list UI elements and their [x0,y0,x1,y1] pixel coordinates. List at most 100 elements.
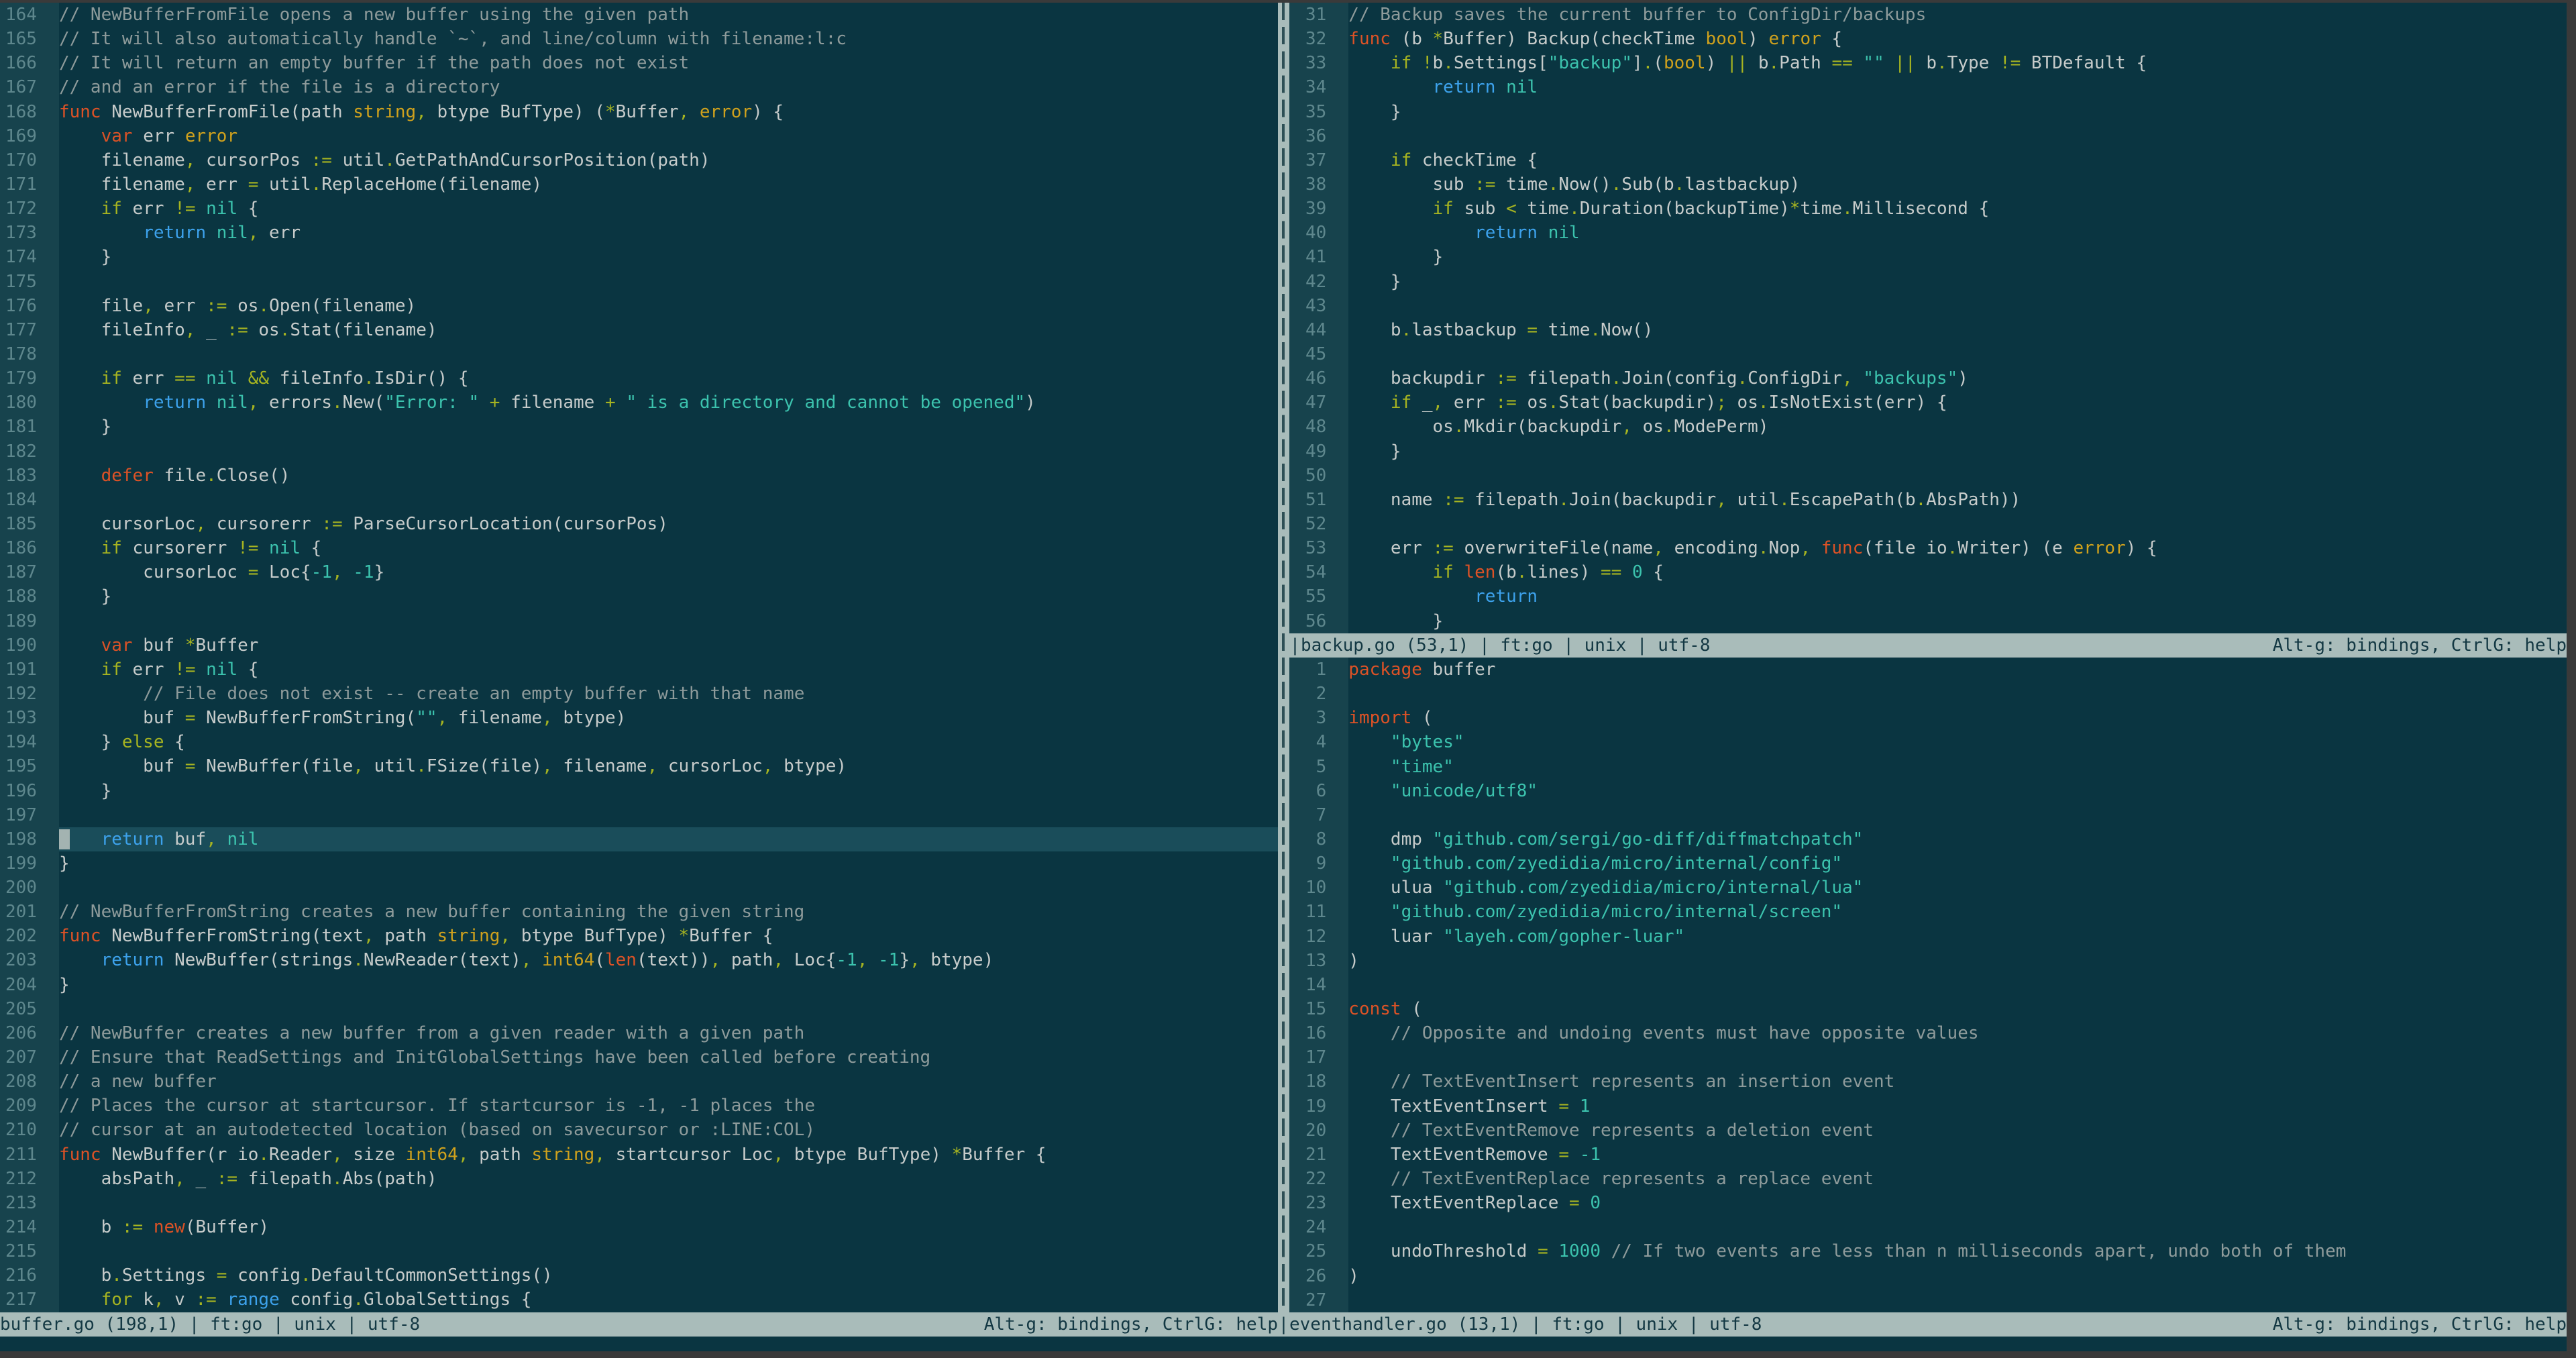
code-line[interactable]: 198 return buf, nil [0,827,1278,851]
code-line[interactable]: 35 } [1289,99,2567,124]
code-line[interactable]: 170 filename, cursorPos := util.GetPathA… [0,148,1278,172]
code-line[interactable]: 209// Places the cursor at startcursor. … [0,1094,1278,1118]
code-line[interactable]: 40 return nil [1289,221,2567,246]
code-line[interactable]: 181 } [0,415,1278,439]
code-line[interactable]: 48 os.Mkdir(backupdir, os.ModePerm) [1289,415,2567,439]
code-line[interactable]: 177 fileInfo, _ := os.Stat(filename) [0,317,1278,342]
code-line[interactable]: 20 // TextEventRemove represents a delet… [1289,1118,2567,1143]
code-line[interactable]: 200 [0,876,1278,900]
code-line[interactable]: 18 // TextEventInsert represents an inse… [1289,1069,2567,1094]
code-line[interactable]: 52 [1289,511,2567,537]
code-line[interactable]: 173 return nil, err [0,221,1278,246]
code-line[interactable]: 216 b.Settings = config.DefaultCommonSet… [0,1263,1278,1288]
code-line[interactable]: 17 [1289,1045,2567,1070]
code-line[interactable]: 15 const ( [1289,996,2567,1022]
code-line[interactable]: 39 if sub < time.Duration(backupTime)*ti… [1289,197,2567,221]
code-line[interactable]: 184 [0,487,1278,512]
code-line[interactable]: 215 [0,1239,1278,1264]
code-line[interactable]: 31// Backup saves the current buffer to … [1289,3,2567,28]
code-line[interactable]: 45 [1289,342,2567,367]
code-line[interactable]: 186 if cursorerr != nil { [0,536,1278,561]
code-line[interactable]: 55 return [1289,584,2567,609]
code-line[interactable]: 14 [1289,972,2567,997]
code-line[interactable]: 190 var buf *Buffer [0,633,1278,658]
code-line[interactable]: 197 [0,802,1278,827]
code-line[interactable]: 169 var err error [0,123,1278,148]
code-line[interactable]: 27 [1289,1288,2567,1312]
code-line[interactable]: 13) [1289,948,2567,973]
code-line[interactable]: 196 } [0,778,1278,803]
code-line[interactable]: 11 "github.com/zyedidia/micro/internal/s… [1289,900,2567,925]
code-line[interactable]: 174 } [0,245,1278,270]
code-line[interactable]: 16 // Opposite and undoing events must h… [1289,1021,2567,1046]
code-line[interactable]: 188 } [0,584,1278,609]
code-line[interactable]: 183 defer file.Close() [0,463,1278,488]
code-line[interactable]: 51 name := filepath.Join(backupdir, util… [1289,487,2567,512]
code-line[interactable]: 23 TextEventReplace = 0 [1289,1191,2567,1216]
code-line[interactable]: 176 file, err := os.Open(filename) [0,293,1278,318]
code-line[interactable]: 182 [0,439,1278,464]
code-line[interactable]: 54 if len(b.lines) == 0 { [1289,560,2567,585]
code-line[interactable]: 180 return nil, errors.New("Error: " + f… [0,390,1278,415]
code-line[interactable]: 166// It will return an empty buffer if … [0,51,1278,76]
code-line[interactable]: 43 [1289,293,2567,318]
code-line[interactable]: 195 buf = NewBuffer(file, util.FSize(fil… [0,754,1278,779]
code-line[interactable]: 4 "bytes" [1289,730,2567,755]
code-line[interactable]: 12 luar "layeh.com/gopher-luar" [1289,924,2567,949]
code-line[interactable]: 178 [0,342,1278,367]
code-line[interactable]: 9 "github.com/zyedidia/micro/internal/co… [1289,851,2567,876]
pane-eventhandler-go[interactable]: 1 package buffer 2 3 import (4 "bytes" 5 "tim… [1289,658,2567,1312]
code-line[interactable]: 165// It will also automatically handle … [0,27,1278,52]
code-line[interactable]: 185 cursorLoc, cursorerr := ParseCursorL… [0,511,1278,537]
code-line[interactable]: 189 [0,609,1278,633]
code-line[interactable]: 167// and an error if the file is a dire… [0,75,1278,100]
code-line[interactable]: 171 filename, err = util.ReplaceHome(fil… [0,172,1278,197]
code-line[interactable]: 6 "unicode/utf8" [1289,778,2567,803]
code-line[interactable]: 172 if err != nil { [0,197,1278,221]
code-line[interactable]: 56 } [1289,609,2567,633]
code-line[interactable]: 37 if checkTime { [1289,148,2567,172]
code-line[interactable]: 1 package buffer [1289,658,2567,682]
code-line[interactable]: 49 } [1289,439,2567,464]
code-line[interactable]: 202 func NewBufferFromString(text, path s… [0,924,1278,949]
code-line[interactable]: 25 undoThreshold = 1000 // If two events… [1289,1239,2567,1264]
code-line[interactable]: 47 if _, err := os.Stat(backupdir); os.I… [1289,390,2567,415]
code-line[interactable]: 205 [0,996,1278,1021]
code-line[interactable]: 34 return nil [1289,75,2567,100]
code-line[interactable]: 214 b := new(Buffer) [0,1215,1278,1240]
code-line[interactable]: 175 [0,269,1278,294]
code-line[interactable]: 33 if !b.Settings["backup"].(bool) || b.… [1289,51,2567,76]
code-line[interactable]: 22 // TextEventReplace represents a repl… [1289,1166,2567,1192]
code-line[interactable]: 201// NewBufferFromString creates a new … [0,900,1278,925]
code-line[interactable]: 194 } else { [0,730,1278,755]
code-line[interactable]: 53 err := overwriteFile(name, encoding.N… [1289,536,2567,561]
code-line[interactable]: 41 } [1289,245,2567,270]
code-line[interactable]: 168 func NewBufferFromFile(path string, b… [0,99,1278,124]
code-line[interactable]: 10 ulua "github.com/zyedidia/micro/inter… [1289,876,2567,900]
code-line[interactable]: 44 b.lastbackup = time.Now() [1289,317,2567,342]
code-line[interactable]: 42 } [1289,269,2567,294]
code-line[interactable]: 208// a new buffer [0,1069,1278,1094]
code-line[interactable]: 32 func (b *Buffer) Backup(checkTime bool… [1289,27,2567,52]
code-line[interactable]: 211 func NewBuffer(r io.Reader, size int6… [0,1142,1278,1167]
code-line[interactable]: 7 [1289,802,2567,827]
code-line[interactable]: 5 "time" [1289,754,2567,779]
code-line[interactable]: 38 sub := time.Now().Sub(b.lastbackup) [1289,172,2567,197]
code-line[interactable]: 193 buf = NewBufferFromString("", filena… [0,706,1278,731]
code-line[interactable]: 191 if err != nil { [0,657,1278,682]
code-line[interactable]: 210// cursor at an autodetected location… [0,1118,1278,1143]
code-line[interactable]: 204} [0,972,1278,997]
code-line[interactable]: 26) [1289,1263,2567,1288]
code-line[interactable]: 24 [1289,1215,2567,1240]
code-line[interactable]: 192 // File does not exist -- create an … [0,681,1278,707]
code-line[interactable]: 3 import ( [1289,706,2567,731]
code-line[interactable]: 8 dmp "github.com/sergi/go-diff/diffmatc… [1289,827,2567,852]
pane-backup-go[interactable]: 31// Backup saves the current buffer to … [1289,3,2567,633]
code-line[interactable]: 19 TextEventInsert = 1 [1289,1094,2567,1118]
code-line[interactable]: 206// NewBuffer creates a new buffer fro… [0,1021,1278,1046]
code-line[interactable]: 187 cursorLoc = Loc{-1, -1} [0,560,1278,585]
code-line[interactable]: 50 [1289,463,2567,488]
code-line[interactable]: 21 TextEventRemove = -1 [1289,1142,2567,1167]
code-line[interactable]: 199} [0,851,1278,876]
code-line[interactable]: 164// NewBufferFromFile opens a new buff… [0,3,1278,28]
